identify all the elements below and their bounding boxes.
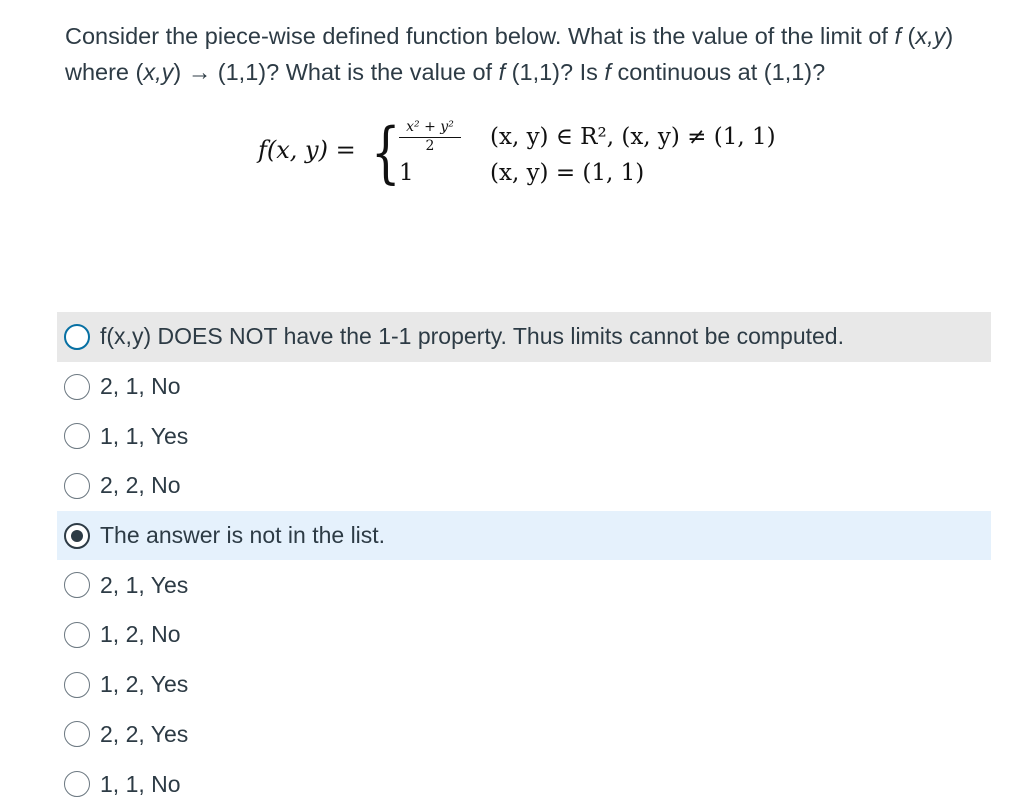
answer-option-label: 2, 1, Yes [100,571,189,598]
case-1-condition: (x, y) ∈ R², (x, y) ≠ (1, 1) [490,124,776,150]
radio-button[interactable] [64,323,90,350]
radio-button[interactable] [64,771,90,798]
answer-option[interactable]: 2, 2, Yes [57,710,991,760]
formula-fraction: x² + y² 2 [399,118,461,154]
radio-button[interactable] [64,472,90,499]
answer-option[interactable]: 1, 2, Yes [57,660,991,710]
formula-arguments: (x, y) = [266,136,356,164]
answer-option[interactable]: 2, 1, Yes [57,560,991,610]
radio-button[interactable] [64,423,90,450]
answer-option-label: 2, 2, Yes [100,720,189,747]
question-text: Consider the piece-wise defined function… [65,18,995,90]
radio-button[interactable] [64,621,90,648]
answer-option[interactable]: 1, 1, No [57,759,991,809]
radio-button[interactable] [64,572,90,599]
radio-button-selected[interactable] [64,522,90,549]
answer-option-label: 1, 2, No [100,621,181,648]
answer-option-label: The answer is not in the list. [100,522,386,549]
radio-button[interactable] [64,373,90,400]
answer-option[interactable]: The answer is not in the list. [57,510,991,561]
answer-option-label: 1, 1, No [100,770,181,797]
case-2-condition: (x, y) = (1, 1) [490,160,645,186]
answer-option-label: f(x,y) DOES NOT have the 1-1 property. T… [100,323,844,350]
formula-lhs: f(x, y) = [258,136,356,164]
radio-button[interactable] [64,671,90,698]
radio-button[interactable] [64,721,90,748]
question-part-4: ) → (1,1)? What is the value of [173,59,499,85]
answer-option[interactable]: 1, 2, No [57,610,991,660]
answer-option-label: 1, 2, Yes [100,671,189,698]
answer-option-label: 1, 1, Yes [100,422,189,449]
fraction-numerator: x² + y² [399,118,461,138]
answer-option[interactable]: 1, 1, Yes [57,411,991,461]
variables-symbol: x,y [915,23,946,49]
answer-option[interactable]: 2, 2, No [57,461,991,511]
question-part-1: Consider the piece-wise defined function… [65,23,895,49]
answer-option-label: 2, 2, No [100,472,181,499]
formula-function-name: f [258,136,267,164]
fraction-denominator: 2 [425,138,435,154]
variables-symbol: x,y [143,59,174,85]
answer-option[interactable]: 2, 1, No [57,362,991,412]
curly-brace: { [371,114,401,191]
answer-option-label: 2, 1, No [100,373,181,400]
answer-options: f(x,y) DOES NOT have the 1-1 property. T… [57,312,991,809]
question-part-2: ( [901,23,916,49]
answer-option[interactable]: f(x,y) DOES NOT have the 1-1 property. T… [57,312,991,362]
case-2-value: 1 [399,160,414,186]
piecewise-formula: f(x, y) = { x² + y² 2 1 (x, y) ∈ R², (x,… [258,116,818,196]
question-part-6: continuous at (1,1)? [610,59,826,85]
question-part-5: (1,1)? Is [505,59,605,85]
